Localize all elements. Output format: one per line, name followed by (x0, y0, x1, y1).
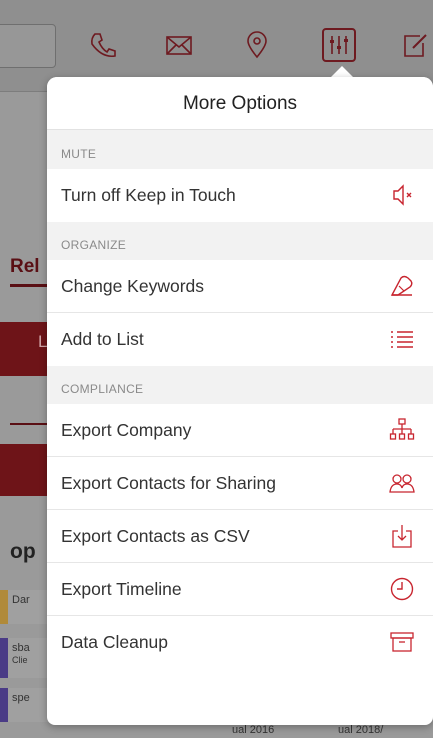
export-timeline-item[interactable]: Export Timeline (47, 563, 433, 616)
section-header-label: MUTE (61, 147, 97, 161)
section-header-label: COMPLIANCE (61, 382, 144, 396)
background-footer-text: ual 2018/ (338, 724, 384, 736)
menu-item-label: Export Contacts as CSV (61, 526, 250, 546)
archive-box-icon (389, 629, 415, 655)
menu-item-label: Data Cleanup (61, 632, 169, 652)
background-divider (10, 423, 50, 425)
menu-item-label: Add to List (61, 329, 144, 349)
download-icon (389, 523, 415, 549)
menu-item-label: Turn off Keep in Touch (61, 185, 236, 205)
list-icon (389, 326, 415, 352)
phone-icon (86, 28, 120, 62)
section-header-label: ORGANIZE (61, 238, 127, 252)
add-to-list-item[interactable]: Add to List (47, 313, 433, 366)
tag-icon (389, 273, 415, 299)
menu-item-label: Export Contacts for Sharing (61, 473, 276, 493)
export-contacts-as-csv-item[interactable]: Export Contacts as CSV (47, 510, 433, 563)
org-chart-icon (389, 417, 415, 443)
section-header-organize: ORGANIZE (47, 222, 433, 260)
export-company-item[interactable]: Export Company (47, 404, 433, 457)
background-search-field (0, 24, 56, 68)
turn-off-keep-in-touch-item[interactable]: Turn off Keep in Touch (47, 169, 433, 222)
section-header-compliance: COMPLIANCE (47, 366, 433, 404)
popover-title: More Options (47, 77, 433, 130)
background-section-label: op (10, 540, 36, 563)
clock-icon (389, 576, 415, 602)
popover-pointer (331, 66, 353, 77)
menu-item-label: Export Company (61, 420, 192, 440)
background-tab-underline (10, 284, 50, 287)
mail-icon (162, 28, 196, 62)
contacts-group-icon (389, 470, 415, 496)
menu-item-label: Change Keywords (61, 276, 204, 296)
more-options-popover: More Options MUTE Turn off Keep in Touch… (47, 77, 433, 725)
background-footer-text: ual 2016 (232, 724, 275, 736)
data-cleanup-item[interactable]: Data Cleanup (47, 616, 433, 669)
export-contacts-for-sharing-item[interactable]: Export Contacts for Sharing (47, 457, 433, 510)
settings-sliders-icon (322, 28, 356, 62)
menu-item-label: Export Timeline (61, 579, 182, 599)
background-tab-label: Rel (10, 256, 40, 277)
location-pin-icon (240, 28, 274, 62)
section-header-mute: MUTE (47, 130, 433, 169)
edit-icon (398, 28, 432, 62)
change-keywords-item[interactable]: Change Keywords (47, 260, 433, 313)
speaker-mute-icon (389, 182, 415, 208)
